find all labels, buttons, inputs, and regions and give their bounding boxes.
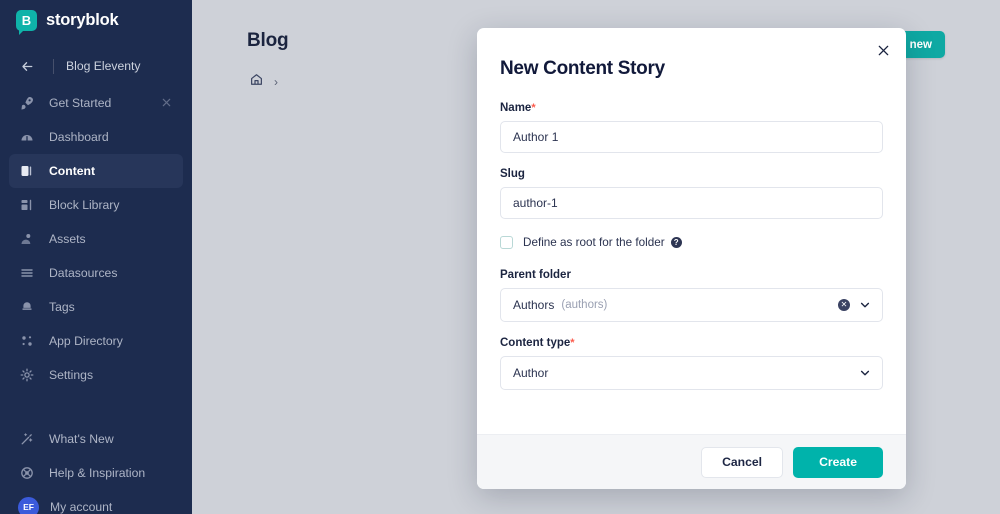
help-icon[interactable]: ? (670, 237, 682, 248)
sidebar-item-content[interactable]: Content (9, 154, 183, 188)
modal-title: New Content Story (500, 58, 665, 79)
modal-footer: Cancel Create (477, 434, 906, 489)
slug-label: Slug (500, 168, 525, 180)
content-type-label-text: Content type (500, 337, 571, 349)
brand-logo[interactable]: B storyblok (0, 0, 192, 43)
assets-icon (18, 230, 36, 248)
sidebar-item-whats-new[interactable]: What's New (9, 422, 183, 456)
chevron-down-icon[interactable] (859, 299, 871, 311)
name-input[interactable]: Author 1 (500, 121, 883, 153)
content-type-label: Content type* (500, 337, 883, 349)
new-content-story-modal: New Content Story Name* Author 1 Slug au… (477, 28, 906, 489)
sidebar-item-label: Get Started (49, 96, 112, 110)
parent-folder-value-suffix: (authors) (561, 299, 608, 311)
sidebar: B storyblok Blog Eleventy Get Started Da… (0, 0, 192, 514)
sidebar-item-get-started[interactable]: Get Started (9, 86, 183, 120)
brand-name: storyblok (46, 11, 119, 29)
create-button[interactable]: Create (793, 446, 883, 478)
sidebar-item-label: Settings (49, 368, 94, 382)
sidebar-item-app-directory[interactable]: App Directory (9, 324, 183, 358)
parent-folder-label: Parent folder (500, 269, 571, 281)
gear-icon (18, 366, 36, 384)
magic-wand-icon (18, 430, 36, 448)
sidebar-item-label: Block Library (49, 198, 120, 212)
content-type-select[interactable]: Author (500, 356, 883, 390)
sidebar-item-label: My account (50, 500, 113, 514)
define-as-root-label: Define as root for the folder (523, 236, 665, 249)
close-icon[interactable] (873, 40, 893, 60)
slug-field-group: Slug author-1 (500, 168, 883, 219)
name-label: Name* (500, 102, 883, 114)
required-marker: * (531, 102, 536, 114)
sidebar-item-assets[interactable]: Assets (9, 222, 183, 256)
blocks-icon (18, 196, 36, 214)
storyblok-logo-icon: B (16, 10, 37, 35)
tag-icon (18, 298, 36, 316)
breadcrumb-separator: › (274, 75, 278, 89)
content-icon (18, 162, 36, 180)
sidebar-item-label: Help & Inspiration (49, 466, 146, 480)
divider (53, 58, 54, 74)
breadcrumb: › (249, 72, 278, 92)
name-input-value: Author 1 (513, 130, 559, 144)
sidebar-item-label: Tags (49, 300, 75, 314)
sidebar-item-datasources[interactable]: Datasources (9, 256, 183, 290)
sidebar-nav: Blog Eleventy Get Started Dashboard Cont… (0, 49, 192, 514)
content-type-value: Author (513, 366, 549, 380)
lifebuoy-icon (18, 464, 36, 482)
slug-input-value: author-1 (513, 196, 558, 210)
modal-body: New Content Story Name* Author 1 Slug au… (477, 28, 906, 390)
arrow-left-icon (18, 57, 36, 75)
sidebar-item-label: Blog Eleventy (66, 59, 141, 73)
sidebar-item-block-library[interactable]: Block Library (9, 188, 183, 222)
main-content: Blog › + Create new New Content Story Na… (192, 0, 1000, 514)
home-icon[interactable] (249, 72, 264, 92)
sidebar-item-help-inspiration[interactable]: Help & Inspiration (9, 456, 183, 490)
name-label-text: Name (500, 102, 532, 114)
parent-folder-select[interactable]: Authors (authors) ✕ (500, 288, 883, 322)
dashboard-icon (18, 128, 36, 146)
define-as-root-row[interactable]: Define as root for the folder ? (500, 236, 883, 249)
name-field-group: Name* Author 1 (500, 102, 883, 153)
define-as-root-checkbox[interactable] (500, 236, 513, 249)
sidebar-item-tags[interactable]: Tags (9, 290, 183, 324)
avatar: EF (18, 496, 39, 514)
page-title: Blog (247, 30, 289, 51)
sidebar-item-label: Assets (49, 232, 86, 246)
apps-icon (18, 332, 36, 350)
cancel-button[interactable]: Cancel (701, 446, 784, 478)
dismiss-get-started-icon[interactable] (161, 97, 173, 109)
sidebar-item-label: Content (49, 164, 96, 178)
parent-folder-field-group: Parent folder Authors (authors) ✕ (500, 269, 883, 322)
parent-folder-value: Authors (513, 298, 555, 312)
required-marker: * (570, 337, 575, 349)
datasources-icon (18, 264, 36, 282)
slug-input[interactable]: author-1 (500, 187, 883, 219)
clear-icon[interactable]: ✕ (838, 299, 850, 311)
sidebar-item-dashboard[interactable]: Dashboard (9, 120, 183, 154)
sidebar-item-label: Datasources (49, 266, 118, 280)
sidebar-item-label: App Directory (49, 334, 123, 348)
logo-letter: B (21, 13, 32, 28)
rocket-icon (18, 94, 36, 112)
sidebar-item-settings[interactable]: Settings (9, 358, 183, 392)
sidebar-item-my-account[interactable]: EF My account (9, 490, 183, 514)
content-type-field-group: Content type* Author (500, 337, 883, 390)
app-root: B storyblok Blog Eleventy Get Started Da… (0, 0, 1000, 514)
sidebar-item-label: Dashboard (49, 130, 109, 144)
sidebar-item-back-to-space[interactable]: Blog Eleventy (9, 49, 183, 83)
sidebar-item-label: What's New (49, 432, 114, 446)
chevron-down-icon[interactable] (859, 367, 871, 379)
